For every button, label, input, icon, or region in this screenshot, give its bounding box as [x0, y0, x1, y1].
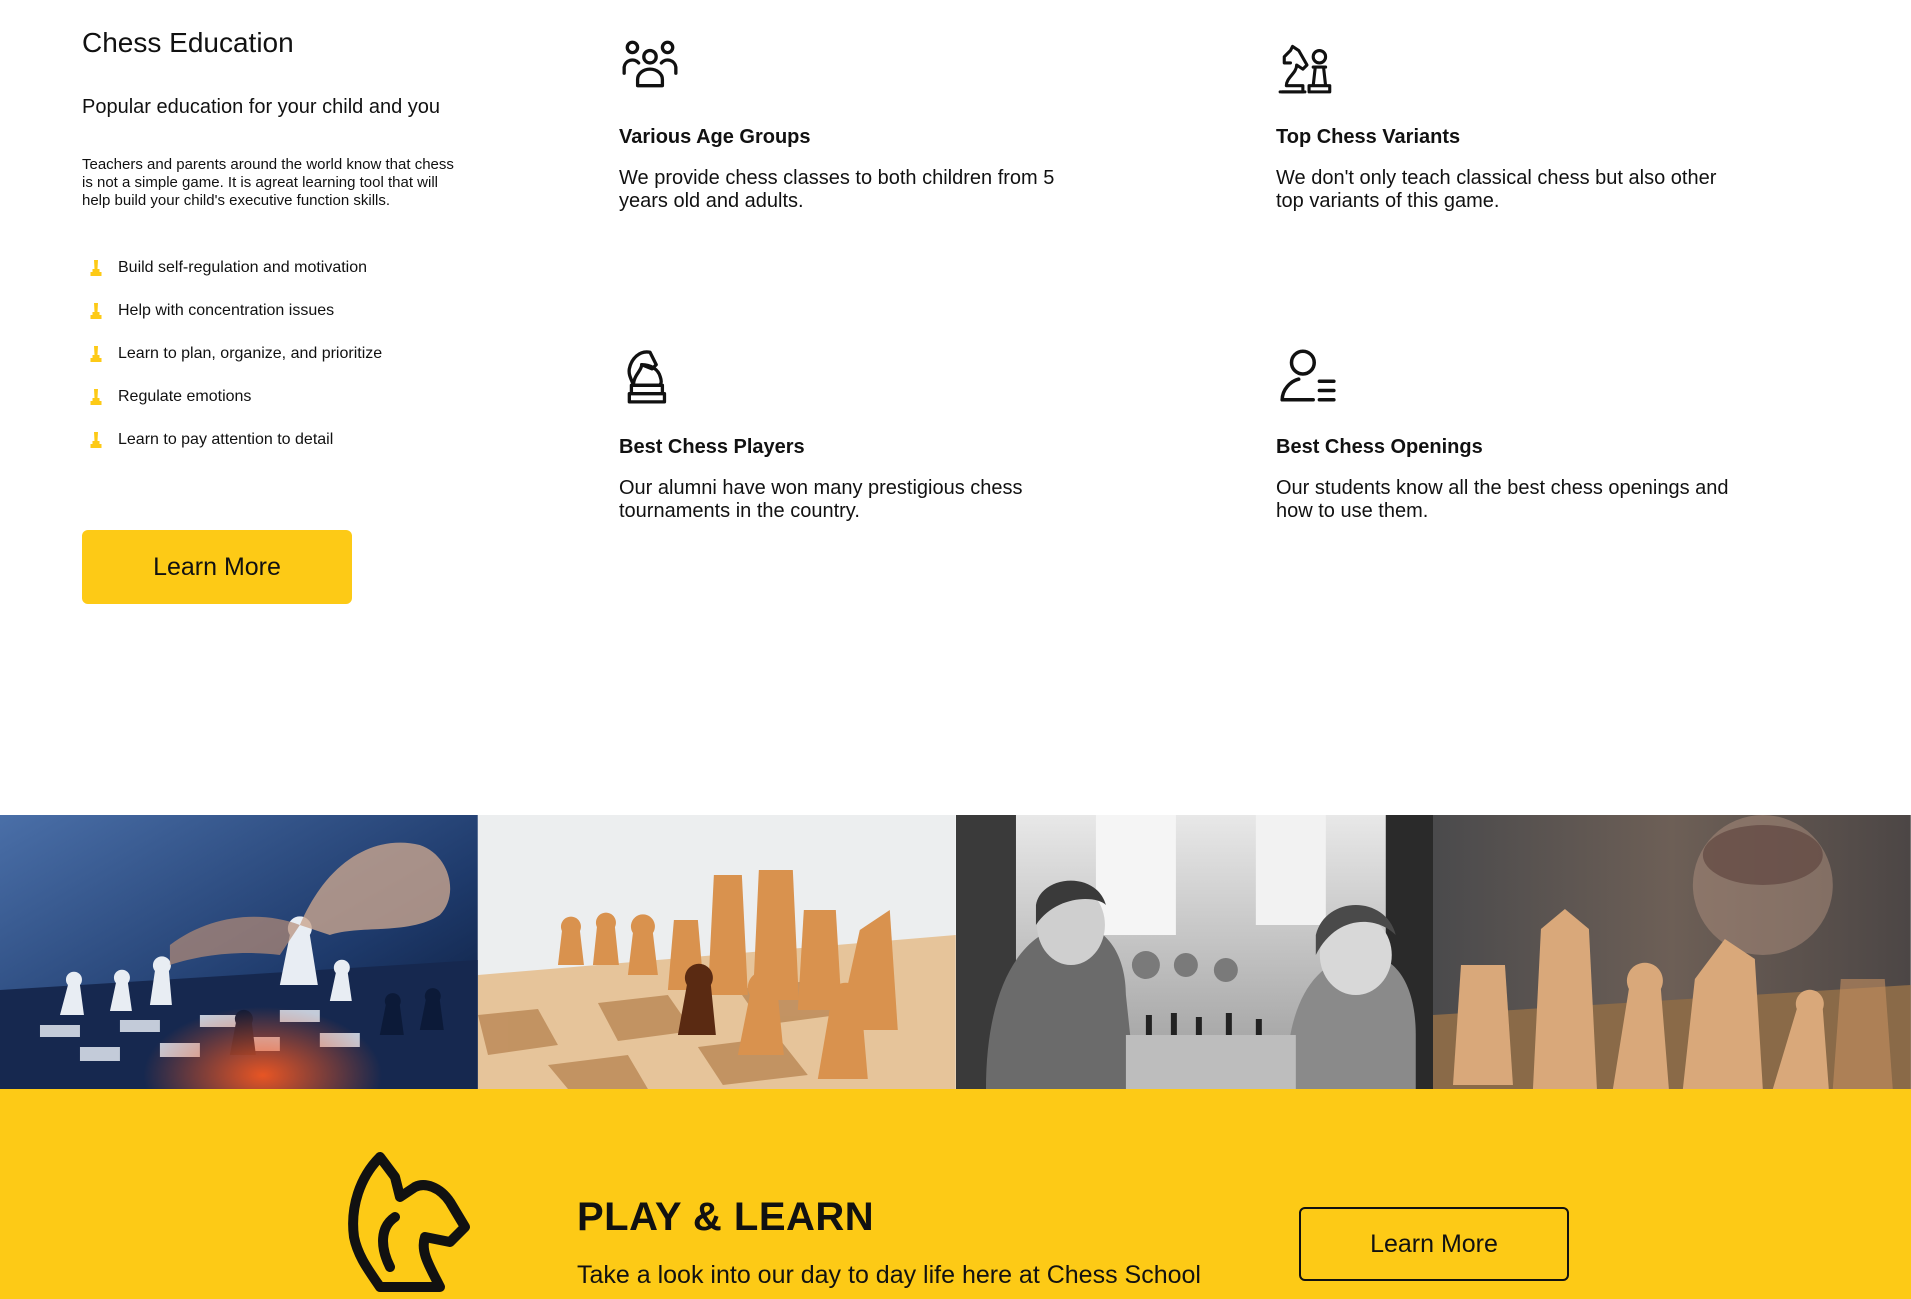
banner-text: Take a look into our day to day life her… — [577, 1261, 1201, 1289]
pawn-bullet-icon — [90, 302, 102, 319]
chess-knight-icon — [348, 1152, 470, 1292]
chess-knight-pawn-icon — [1278, 44, 1332, 94]
feature-age-groups: Various Age Groups We provide chess clas… — [619, 34, 1089, 213]
chess-knight-icon — [627, 350, 667, 404]
children-playing-chess-photo — [955, 815, 1434, 1089]
feature-text: We don't only teach classical chess but … — [1276, 167, 1717, 212]
list-item: Learn to plan, organize, and prioritize — [82, 332, 472, 375]
feature-text: Our alumni have won many prestigious che… — [619, 477, 1023, 522]
hand-moving-chess-piece-photo — [0, 815, 478, 1089]
learn-more-button[interactable]: Learn More — [82, 530, 352, 604]
photo-gallery — [0, 815, 1911, 1089]
list-item: Build self-regulation and motivation — [82, 246, 472, 289]
section-description: Teachers and parents around the world kn… — [82, 156, 454, 209]
user-list-icon — [1280, 349, 1336, 402]
list-item-label: Build self-regulation and motivation — [118, 258, 368, 276]
feature-chess-variants: Top Chess Variants We don't only teach c… — [1276, 34, 1746, 213]
feature-text: We provide chess classes to both childre… — [619, 167, 1055, 212]
pawn-bullet-icon — [90, 345, 102, 362]
feature-title: Best Chess Players — [619, 436, 805, 458]
chess-pieces-child-background-photo — [1433, 815, 1911, 1089]
section-title: Chess Education — [82, 27, 294, 58]
feature-title: Top Chess Variants — [1276, 126, 1461, 148]
section-subtitle: Popular education for your child and you — [82, 96, 441, 118]
list-item-label: Regulate emotions — [118, 387, 252, 405]
people-group-icon — [622, 40, 678, 88]
feature-title: Best Chess Openings — [1276, 436, 1483, 458]
list-item: Learn to pay attention to detail — [82, 418, 472, 461]
feature-title: Various Age Groups — [619, 126, 811, 148]
pawn-bullet-icon — [90, 431, 102, 448]
list-item: Regulate emotions — [82, 375, 472, 418]
pawn-bullet-icon — [90, 259, 102, 276]
list-item: Help with concentration issues — [82, 289, 472, 332]
pawn-bullet-icon — [90, 388, 102, 405]
list-item-label: Help with concentration issues — [118, 301, 335, 319]
banner-title: PLAY & LEARN — [577, 1195, 875, 1239]
banner-learn-more-button[interactable]: Learn More — [1299, 1207, 1569, 1281]
benefits-list: Build self-regulation and motivation Hel… — [82, 246, 472, 461]
list-item-label: Learn to pay attention to detail — [118, 430, 334, 448]
play-learn-banner: PLAY & LEARN Take a look into our day to… — [0, 1089, 1911, 1299]
feature-chess-players: Best Chess Players Our alumni have won m… — [619, 344, 1089, 523]
education-section: Chess Education Popular education for yo… — [82, 26, 472, 461]
feature-chess-openings: Best Chess Openings Our students know al… — [1276, 344, 1746, 523]
list-item-label: Learn to plan, organize, and prioritize — [118, 344, 383, 362]
wooden-chess-pieces-photo — [477, 815, 956, 1089]
feature-text: Our students know all the best chess ope… — [1276, 477, 1729, 522]
